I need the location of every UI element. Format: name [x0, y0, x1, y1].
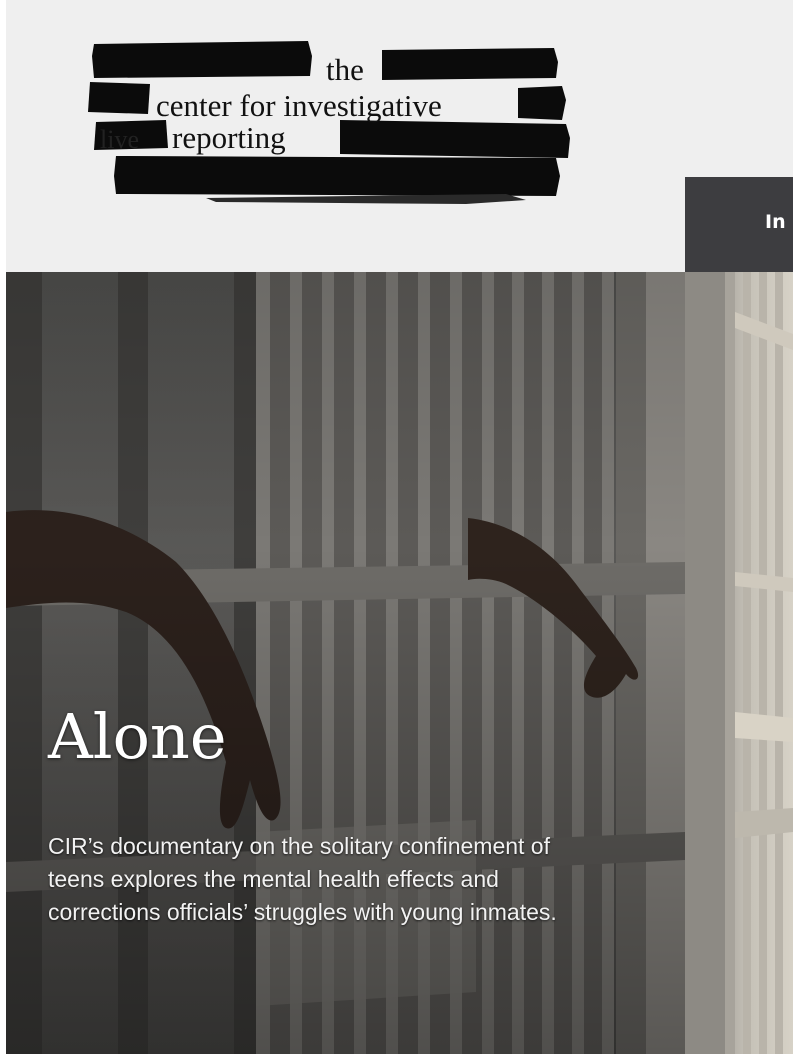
- hero-feature[interactable]: Alone CIR’s documentary on the solitary …: [6, 272, 685, 1054]
- logo-text-live: live: [100, 125, 139, 154]
- hero-shade: [6, 272, 685, 1054]
- page: the center for investigative live report…: [0, 0, 793, 1054]
- hero-title[interactable]: Alone: [48, 702, 227, 772]
- hero-next-slide[interactable]: [685, 272, 793, 1054]
- logo-text-reporting: reporting: [172, 120, 286, 155]
- site-logo[interactable]: the center for investigative live report…: [86, 36, 572, 206]
- next-slide-image: [685, 272, 793, 1054]
- hero-description: CIR’s documentary on the solitary confin…: [48, 833, 557, 925]
- nav-tab-label: In: [765, 211, 786, 233]
- logo-text-center: center for investigative: [156, 88, 442, 123]
- logo-text-the: the: [326, 52, 364, 87]
- nav-tab-investigations[interactable]: In: [685, 177, 793, 272]
